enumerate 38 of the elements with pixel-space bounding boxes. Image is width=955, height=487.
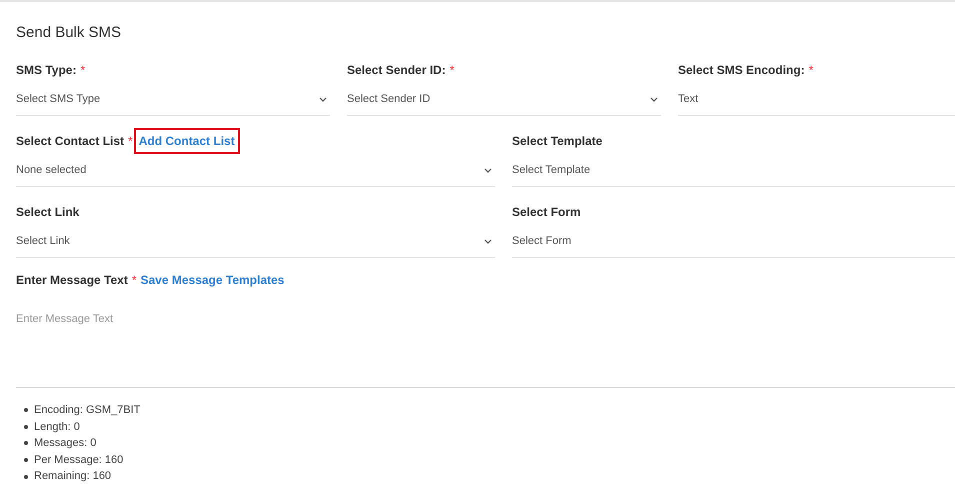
field-label: Select Contact List [16, 133, 124, 150]
stat-item: Remaining: 160 [34, 469, 112, 484]
select-field[interactable]: Select Form [512, 225, 955, 258]
required-mark: * [132, 272, 136, 289]
bullet-icon [24, 441, 28, 446]
bullet-icon [24, 424, 28, 429]
select-dropdown[interactable]: Select Sender ID [347, 83, 661, 116]
page-title: Send Bulk SMS [16, 23, 122, 43]
field-label: SMS Type: [16, 62, 76, 79]
field-label: Enter Message Text [16, 272, 128, 289]
add-link[interactable]: Save Message Templates [140, 271, 284, 289]
bullet-icon [24, 408, 28, 412]
select-field[interactable]: Text [678, 83, 955, 116]
required-mark: * [80, 62, 86, 79]
chevron-down-icon [650, 96, 658, 102]
message-textarea[interactable]: Enter Message Text [16, 291, 955, 388]
chevron-down-icon [484, 168, 492, 172]
field-label: Select Sender ID: [347, 62, 446, 79]
chevron-down-icon [484, 238, 492, 244]
field-label: Select SMS Encoding: [678, 62, 805, 79]
chevron-down-icon [319, 96, 327, 102]
stat-item: Encoding: GSM_7BIT [34, 403, 140, 418]
select-field[interactable]: Select Template [512, 154, 955, 187]
field-label: Select Form [512, 204, 581, 221]
bullet-icon [24, 474, 28, 479]
field-label: Select Template [512, 133, 602, 150]
field-label: Select Link [16, 204, 80, 221]
select-dropdown[interactable]: Select Link [16, 225, 495, 258]
stat-item: Length: 0 [34, 420, 80, 435]
stat-item: Per Message: 160 [34, 452, 124, 468]
required-mark: * [128, 133, 133, 150]
bullet-icon [24, 458, 28, 462]
select-dropdown[interactable]: None selected [16, 154, 495, 187]
stat-item: Messages: 0 [34, 436, 96, 452]
add-link[interactable]: Add Contact List [134, 128, 240, 154]
select-dropdown[interactable]: Select SMS Type [16, 83, 330, 116]
required-mark: * [450, 62, 454, 79]
required-mark: * [808, 62, 814, 79]
